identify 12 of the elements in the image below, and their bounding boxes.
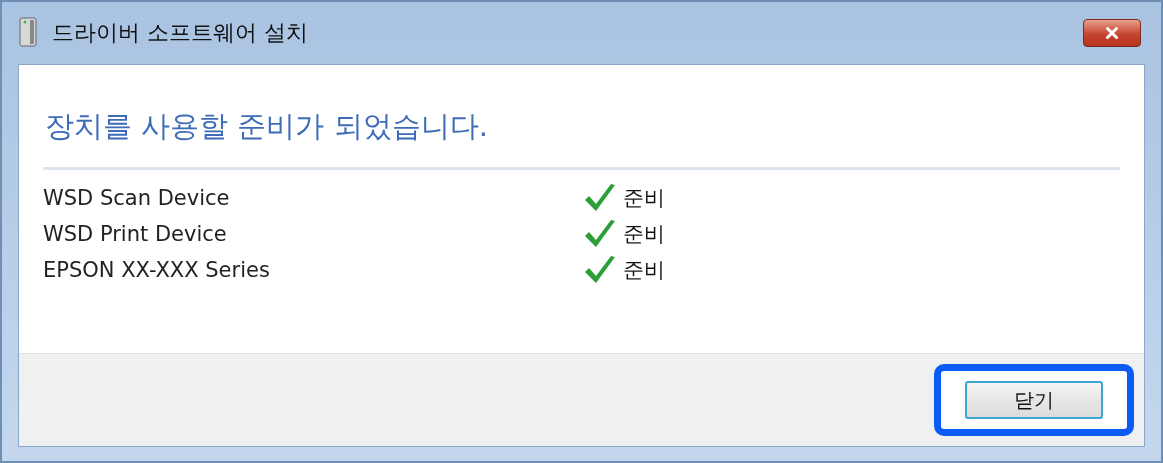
drive-icon [18, 16, 38, 50]
close-icon [1103, 24, 1121, 42]
close-dialog-button[interactable]: 닫기 [965, 381, 1103, 419]
status-heading: 장치를 사용할 준비가 되었습니다. [43, 65, 1120, 170]
device-status: 준비 [623, 185, 666, 212]
close-button[interactable] [1083, 19, 1141, 47]
device-name: EPSON XX-XXX Series [43, 258, 271, 282]
device-name: WSD Scan Device [43, 186, 231, 210]
device-name: WSD Print Device [43, 222, 228, 246]
device-status: 준비 [623, 221, 666, 248]
window-title: 드라이버 소프트웨어 설치 [52, 19, 309, 47]
device-status: 준비 [623, 257, 666, 284]
